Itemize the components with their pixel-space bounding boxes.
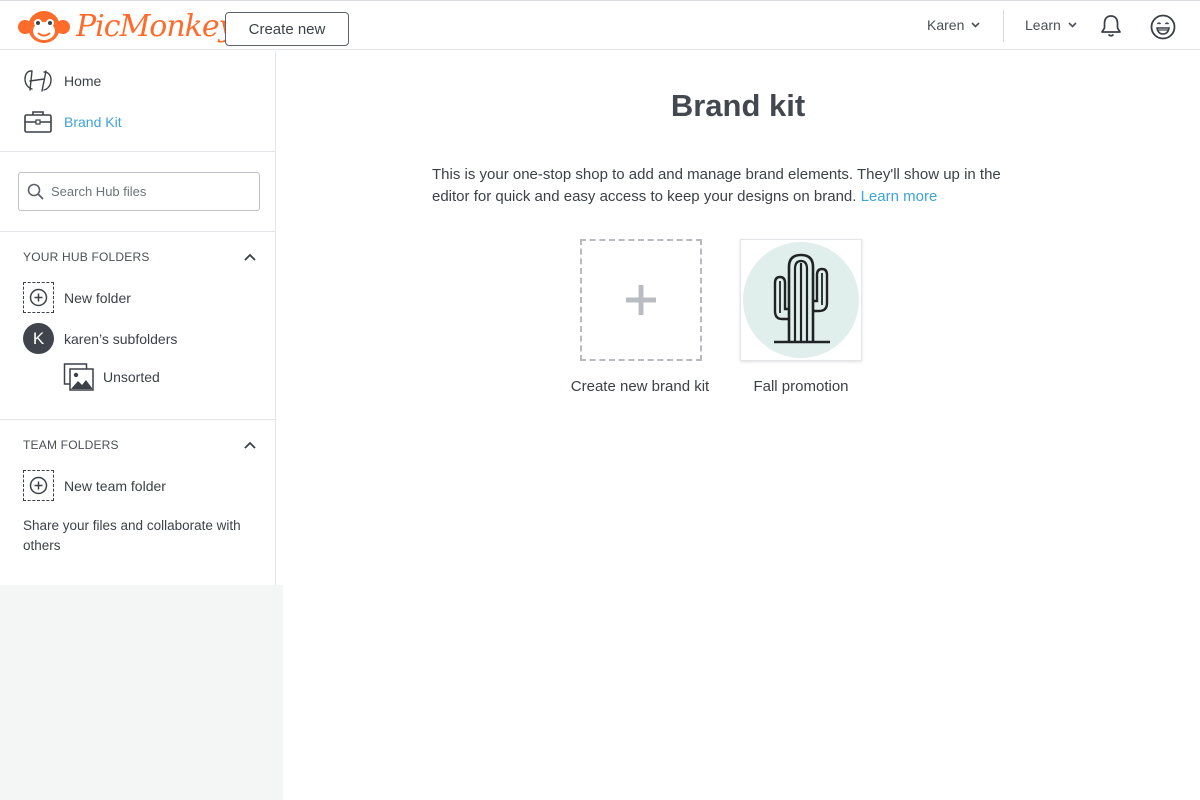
learn-menu[interactable]: Learn <box>1025 17 1077 33</box>
avatar: K <box>23 323 54 354</box>
folder-label: Unsorted <box>103 369 160 385</box>
learn-more-link[interactable]: Learn more <box>861 188 938 205</box>
picmonkey-logo[interactable]: PicMonkey <box>16 8 236 46</box>
monkey-logo-icon <box>18 11 70 43</box>
cactus-icon <box>743 242 859 358</box>
learn-label: Learn <box>1025 17 1061 33</box>
home-h-icon <box>22 67 54 95</box>
sidebar: Home Brand Kit YOUR HUB FOLDERS <box>0 51 276 585</box>
create-brand-kit-card[interactable] <box>580 239 702 361</box>
page-description: This is your one-stop shop to add and ma… <box>432 164 1012 208</box>
search-box[interactable] <box>18 172 260 211</box>
image-folder-icon <box>63 363 94 391</box>
plus-icon <box>626 285 656 315</box>
new-team-folder-label: New team folder <box>64 477 166 494</box>
search-input[interactable] <box>51 184 251 199</box>
sidebar-item-brand-kit[interactable]: Brand Kit <box>22 108 122 136</box>
header-divider <box>1003 10 1004 42</box>
profile-smiley-icon[interactable] <box>1149 13 1177 41</box>
sidebar-footer-area <box>0 585 283 800</box>
new-team-folder-button[interactable]: New team folder <box>23 470 166 501</box>
user-menu[interactable]: Karen <box>927 17 980 33</box>
chevron-up-icon[interactable] <box>243 440 257 450</box>
sidebar-divider <box>0 231 275 232</box>
sidebar-item-unsorted[interactable]: Unsorted <box>63 362 160 392</box>
bell-icon[interactable] <box>1098 13 1124 39</box>
chevron-down-icon <box>971 22 980 28</box>
sidebar-divider <box>0 419 275 420</box>
folder-label: karen’s subfolders <box>64 330 178 347</box>
add-folder-icon <box>23 470 54 501</box>
top-bar: PicMonkey Create new Karen Learn <box>0 0 1200 50</box>
user-name: Karen <box>927 17 965 33</box>
sidebar-item-karens-subfolders[interactable]: K karen’s subfolders <box>23 323 177 354</box>
new-folder-button[interactable]: New folder <box>23 282 131 313</box>
chevron-up-icon[interactable] <box>243 252 257 262</box>
hub-folders-heading: YOUR HUB FOLDERS <box>23 250 150 264</box>
add-folder-icon <box>23 282 54 313</box>
sidebar-item-label: Brand Kit <box>64 114 122 130</box>
sidebar-divider <box>0 151 275 152</box>
logo-text: PicMonkey <box>76 9 236 44</box>
brand-kit-card-fall-promotion[interactable] <box>740 239 862 361</box>
share-description: Share your files and collaborate with ot… <box>23 518 241 553</box>
chevron-down-icon <box>1068 22 1077 28</box>
page-title: Brand kit <box>670 88 806 123</box>
new-folder-label: New folder <box>64 289 131 306</box>
search-icon <box>27 183 44 200</box>
sidebar-item-label: Home <box>64 73 102 89</box>
brand-kit-label[interactable]: Fall promotion <box>721 375 881 398</box>
sidebar-item-home[interactable]: Home <box>22 67 101 95</box>
team-folders-heading: TEAM FOLDERS <box>23 438 119 452</box>
create-new-button[interactable]: Create new <box>225 12 349 46</box>
briefcase-icon <box>22 108 54 136</box>
create-brand-kit-label[interactable]: Create new brand kit <box>560 375 720 398</box>
